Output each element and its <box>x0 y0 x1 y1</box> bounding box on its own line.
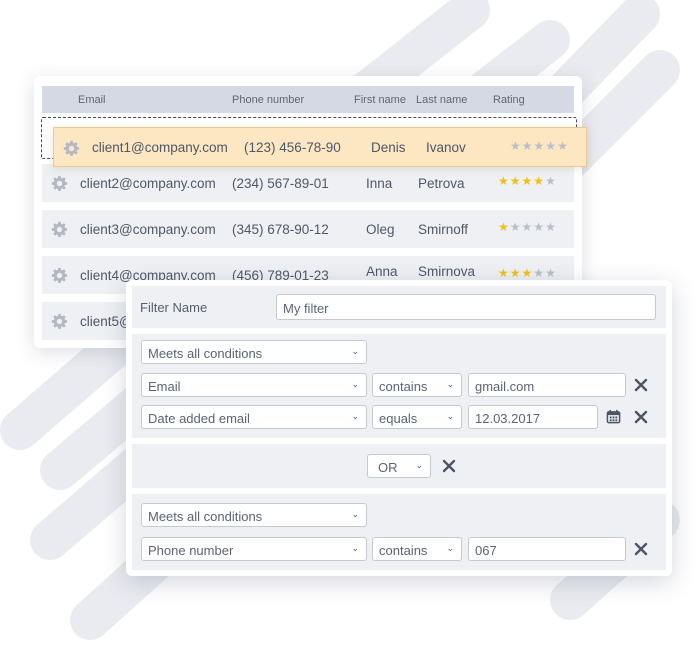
cell-first-name: Denis <box>371 140 406 155</box>
chevron-down-icon: ⌄ <box>446 411 454 421</box>
group-joiner-select[interactable]: OR ⌄ <box>367 454 431 478</box>
cell-last-name: Smirnova <box>418 264 476 279</box>
cell-first-name: Anna <box>366 264 398 279</box>
filter-name-input[interactable]: My filter <box>276 294 656 320</box>
condition-date-input[interactable]: 12.03.2017 <box>468 405 598 429</box>
filter-name-section: Filter Name My filter <box>132 286 666 328</box>
star-filled-icon[interactable]: ★ <box>522 266 534 280</box>
table-row[interactable]: client2@company.com (234) 567-89-01 Inna… <box>42 164 574 202</box>
star-empty-icon[interactable]: ★ <box>533 220 545 234</box>
chevron-down-icon: ⌄ <box>351 543 359 553</box>
condition-group: Meets all conditions ⌄ Email ⌄ contains … <box>132 334 666 438</box>
cell-first-name: Inna <box>366 176 393 191</box>
star-filled-icon[interactable]: ★ <box>522 174 534 188</box>
star-empty-icon[interactable]: ★ <box>533 266 545 280</box>
star-empty-icon[interactable]: ★ <box>545 139 557 153</box>
gear-icon[interactable] <box>51 175 68 192</box>
rating-stars[interactable]: ★★★★★ <box>498 266 557 280</box>
filter-name-label: Filter Name <box>140 300 208 315</box>
rating-stars[interactable]: ★★★★★ <box>510 139 569 153</box>
chevron-down-icon: ⌄ <box>351 509 359 519</box>
group-joiner-value: OR <box>378 460 398 475</box>
gear-icon[interactable] <box>51 221 68 238</box>
chevron-down-icon: ⌄ <box>351 346 359 356</box>
cell-phone: (345) 678-90-12 <box>232 222 329 237</box>
gear-icon[interactable] <box>51 267 68 284</box>
gear-icon[interactable] <box>63 140 80 157</box>
group-mode-value: Meets all conditions <box>148 509 263 524</box>
condition-operator-select[interactable]: equals ⌄ <box>372 405 462 429</box>
condition-value-input[interactable]: gmail.com <box>468 373 626 397</box>
condition-field-select[interactable]: Email ⌄ <box>141 373 367 397</box>
star-filled-icon[interactable]: ★ <box>510 174 522 188</box>
star-empty-icon[interactable]: ★ <box>545 220 557 234</box>
condition-field-select[interactable]: Phone number ⌄ <box>141 537 367 561</box>
chevron-down-icon: ⌄ <box>351 379 359 389</box>
filter-panel: Filter Name My filter Meets all conditio… <box>126 280 672 576</box>
star-filled-icon[interactable]: ★ <box>498 174 510 188</box>
star-empty-icon[interactable]: ★ <box>545 174 557 188</box>
table-header: Email Phone number First name Last name … <box>42 86 574 113</box>
chevron-down-icon: ⌄ <box>446 379 454 389</box>
star-filled-icon[interactable]: ★ <box>498 266 510 280</box>
star-filled-icon[interactable]: ★ <box>510 266 522 280</box>
remove-condition-icon[interactable] <box>634 378 648 392</box>
cell-email: client3@company.com <box>80 222 216 237</box>
condition-field-value: Email <box>148 379 181 394</box>
cell-first-name: Oleg <box>366 222 395 237</box>
cell-email: client1@company.com <box>92 140 228 155</box>
group-mode-value: Meets all conditions <box>148 346 263 361</box>
table-row[interactable]: client3@company.com (345) 678-90-12 Oleg… <box>42 210 574 248</box>
column-header-first-name[interactable]: First name <box>354 94 406 106</box>
condition-operator-select[interactable]: contains ⌄ <box>372 537 462 561</box>
condition-field-select[interactable]: Date added email ⌄ <box>141 405 367 429</box>
rating-stars[interactable]: ★★★★★ <box>498 220 557 234</box>
condition-operator-value: contains <box>379 379 428 394</box>
rating-stars[interactable]: ★★★★★ <box>498 174 557 188</box>
star-filled-icon[interactable]: ★ <box>533 174 545 188</box>
star-filled-icon[interactable]: ★ <box>498 220 510 234</box>
star-empty-icon[interactable]: ★ <box>557 139 569 153</box>
group-joiner-section: OR ⌄ <box>132 444 666 488</box>
star-empty-icon[interactable]: ★ <box>545 266 557 280</box>
condition-value-input[interactable]: 067 <box>468 537 626 561</box>
condition-operator-value: contains <box>379 543 428 558</box>
chevron-down-icon: ⌄ <box>446 543 454 553</box>
cell-email: client2@company.com <box>80 176 216 191</box>
condition-operator-select[interactable]: contains ⌄ <box>372 373 462 397</box>
group-mode-select[interactable]: Meets all conditions ⌄ <box>141 340 367 364</box>
star-empty-icon[interactable]: ★ <box>522 139 534 153</box>
remove-condition-icon[interactable] <box>634 542 648 556</box>
cell-last-name: Petrova <box>418 176 465 191</box>
condition-field-value: Phone number <box>148 543 234 558</box>
star-empty-icon[interactable]: ★ <box>510 220 522 234</box>
condition-group: Meets all conditions ⌄ Phone number ⌄ co… <box>132 494 666 570</box>
cell-phone: (234) 567-89-01 <box>232 176 329 191</box>
star-empty-icon[interactable]: ★ <box>534 139 546 153</box>
cell-last-name: Ivanov <box>426 140 466 155</box>
gear-icon[interactable] <box>51 313 68 330</box>
cell-phone: (123) 456-78-90 <box>244 140 341 155</box>
cell-last-name: Smirnoff <box>418 222 469 237</box>
chevron-down-icon: ⌄ <box>351 411 359 421</box>
column-header-last-name[interactable]: Last name <box>416 94 467 106</box>
dragged-table-row[interactable]: client1@company.com (123) 456-78-90 Deni… <box>53 127 587 167</box>
condition-operator-value: equals <box>379 411 418 426</box>
group-mode-select[interactable]: Meets all conditions ⌄ <box>141 503 367 527</box>
chevron-down-icon: ⌄ <box>415 460 423 470</box>
calendar-icon[interactable] <box>606 409 621 424</box>
column-header-email[interactable]: Email <box>78 94 106 106</box>
column-header-phone[interactable]: Phone number <box>232 94 304 106</box>
star-empty-icon[interactable]: ★ <box>522 220 534 234</box>
remove-group-icon[interactable] <box>442 459 456 473</box>
star-empty-icon[interactable]: ★ <box>510 139 522 153</box>
column-header-rating[interactable]: Rating <box>493 94 525 106</box>
remove-condition-icon[interactable] <box>634 410 648 424</box>
condition-field-value: Date added email <box>148 411 250 426</box>
